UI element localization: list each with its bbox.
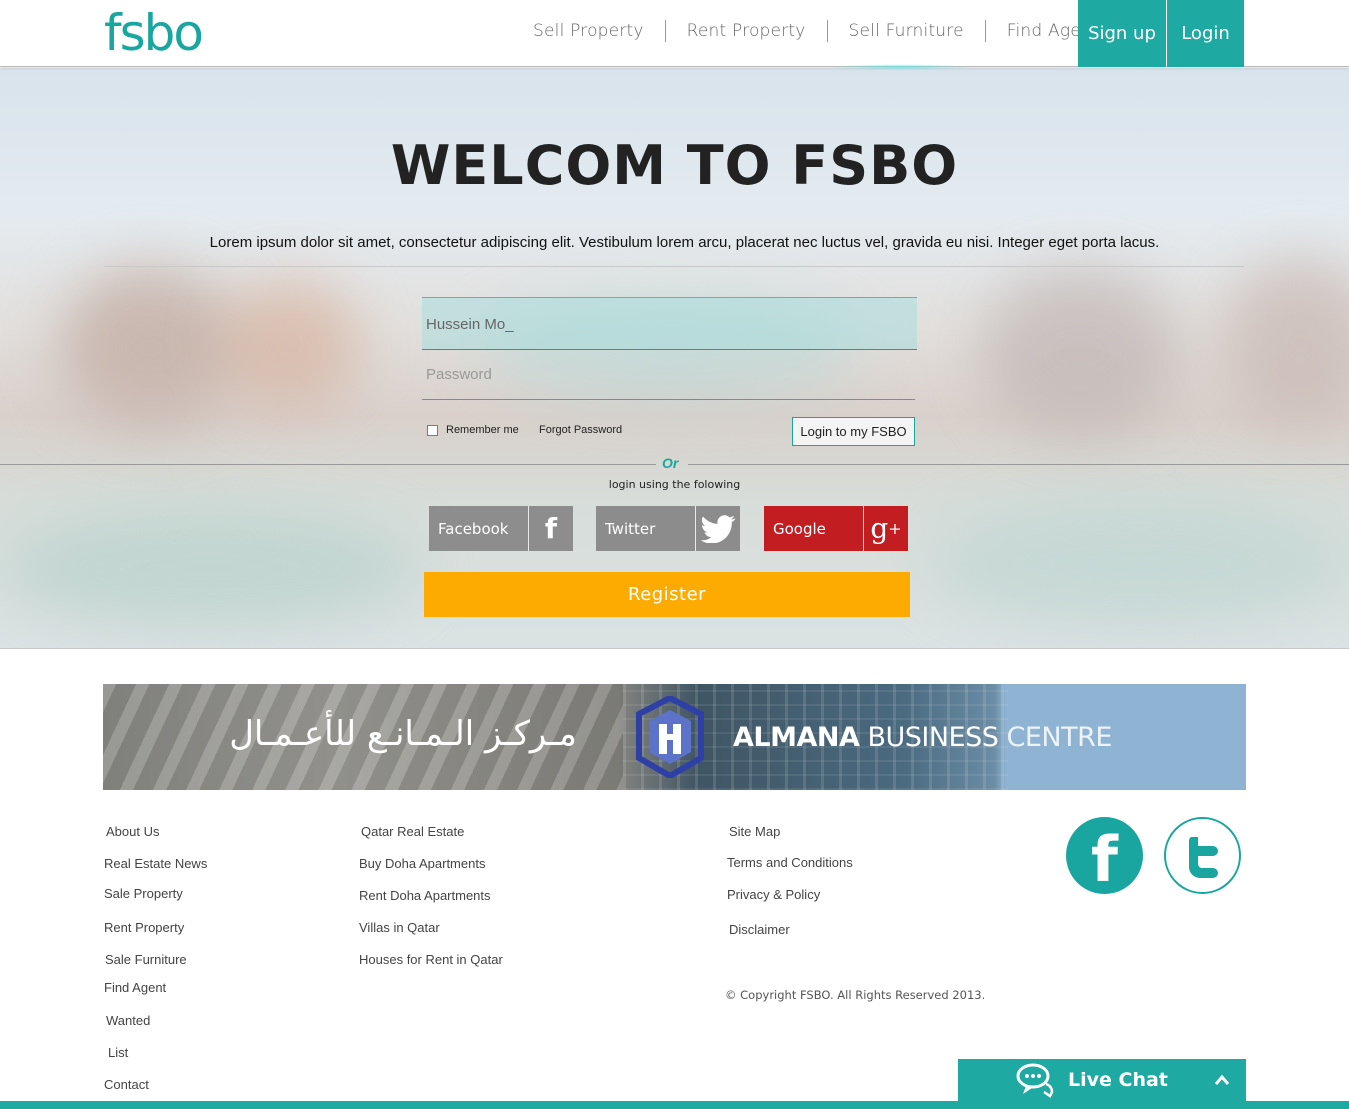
or-label: Or xyxy=(662,455,679,471)
twitter-label: Twitter xyxy=(605,519,656,538)
live-chat-label: Live Chat xyxy=(1068,1069,1168,1091)
footer-link-list[interactable]: List xyxy=(108,1045,128,1060)
chevron-up-icon[interactable] xyxy=(1214,1074,1230,1086)
nav-sell-furniture[interactable]: Sell Furniture xyxy=(826,20,985,42)
almana-logo-icon xyxy=(636,696,704,778)
twitter-bird-icon xyxy=(695,506,740,551)
banner-arabic-text: مـركـز الـمـانـع للأعـمـال xyxy=(229,714,577,754)
register-button[interactable]: Register xyxy=(424,572,910,617)
ad-banner[interactable]: مـركـز الـمـانـع للأعـمـال ALMANA BUSINE… xyxy=(103,684,1246,790)
footer-link-contact[interactable]: Contact xyxy=(104,1077,149,1092)
banner-brand-mid: BUSINESS xyxy=(867,722,999,753)
footer-link-privacy[interactable]: Privacy & Policy xyxy=(727,887,820,902)
facebook-login-button[interactable]: Facebook f xyxy=(429,506,573,551)
remember-checkbox[interactable] xyxy=(427,424,438,436)
login-submit-button[interactable]: Login to my FSBO xyxy=(792,417,915,446)
footer-link-rent-property[interactable]: Rent Property xyxy=(104,920,184,935)
live-chat-button[interactable]: Live Chat xyxy=(958,1059,1246,1101)
nav-sell-property[interactable]: Sell Property xyxy=(512,20,665,42)
background-blur xyxy=(0,508,420,628)
google-label: Google xyxy=(773,519,826,538)
footer-link-terms[interactable]: Terms and Conditions xyxy=(727,855,853,870)
facebook-icon: f xyxy=(528,506,573,551)
banner-brand-light: CENTRE xyxy=(1006,722,1112,753)
footer-link-disclaimer[interactable]: Disclaimer xyxy=(729,922,790,937)
signup-button[interactable]: Sign up xyxy=(1078,0,1166,67)
nav-rent-property[interactable]: Rent Property xyxy=(664,20,827,42)
background-blur xyxy=(60,268,240,428)
facebook-icon[interactable]: f xyxy=(1066,817,1143,894)
header-glow xyxy=(830,64,970,70)
social-login-hint: login using the folowing xyxy=(608,478,741,491)
footer-link-rent-doha-apartments[interactable]: Rent Doha Apartments xyxy=(359,888,491,903)
login-button[interactable]: Login xyxy=(1167,0,1244,67)
copyright-text: © Copyright FSBO. All Rights Reserved 20… xyxy=(725,988,986,1002)
background-blur xyxy=(220,278,360,408)
divider xyxy=(104,266,1244,267)
footer-link-about-us[interactable]: About Us xyxy=(106,824,159,839)
divider xyxy=(0,464,656,465)
background-blur xyxy=(930,498,1349,628)
google-plus-icon: g + xyxy=(863,506,908,551)
footer-link-sale-furniture[interactable]: Sale Furniture xyxy=(105,952,187,967)
footer-link-buy-doha-apartments[interactable]: Buy Doha Apartments xyxy=(359,856,485,871)
remember-label: Remember me xyxy=(446,424,519,436)
hero-subtitle: Lorem ipsum dolor sit amet, consectetur … xyxy=(209,234,1160,251)
twitter-icon[interactable] xyxy=(1164,817,1241,894)
footer-link-real-estate-news[interactable]: Real Estate News xyxy=(104,856,207,871)
divider xyxy=(688,464,1349,465)
chat-bubbles-icon xyxy=(1016,1063,1054,1098)
banner-brand-bold: ALMANA xyxy=(733,722,860,753)
twitter-login-button[interactable]: Twitter xyxy=(596,506,740,551)
banner-brand: ALMANA BUSINESS CENTRE xyxy=(733,722,1112,753)
facebook-label: Facebook xyxy=(438,519,509,538)
footer-link-qatar-real-estate[interactable]: Qatar Real Estate xyxy=(361,824,464,839)
main-nav: Sell Property Rent Property Sell Furnitu… xyxy=(512,20,1129,42)
password-input[interactable]: Password xyxy=(422,350,915,400)
remember-me[interactable]: Remember me xyxy=(427,424,519,436)
footer-link-wanted[interactable]: Wanted xyxy=(106,1013,150,1028)
username-input[interactable]: Hussein Mo_ xyxy=(422,297,917,350)
bottom-bar xyxy=(0,1101,1349,1109)
footer-link-site-map[interactable]: Site Map xyxy=(729,824,780,839)
page-title: WELCOM TO FSBO xyxy=(390,134,959,197)
header: fsbo Sell Property Rent Property Sell Fu… xyxy=(0,0,1349,67)
google-login-button[interactable]: Google g + xyxy=(764,506,908,551)
footer-link-sale-property[interactable]: Sale Property xyxy=(104,886,183,901)
background-blur xyxy=(980,268,1180,438)
background-blur xyxy=(1220,258,1349,428)
footer-link-find-agent[interactable]: Find Agent xyxy=(104,980,166,995)
footer-link-houses-for-rent[interactable]: Houses for Rent in Qatar xyxy=(359,952,503,967)
logo[interactable]: fsbo xyxy=(104,8,204,58)
hero-section: WELCOM TO FSBO Lorem ipsum dolor sit ame… xyxy=(0,68,1349,649)
forgot-password-link[interactable]: Forgot Password xyxy=(539,424,622,436)
footer-link-villas-in-qatar[interactable]: Villas in Qatar xyxy=(359,920,440,935)
